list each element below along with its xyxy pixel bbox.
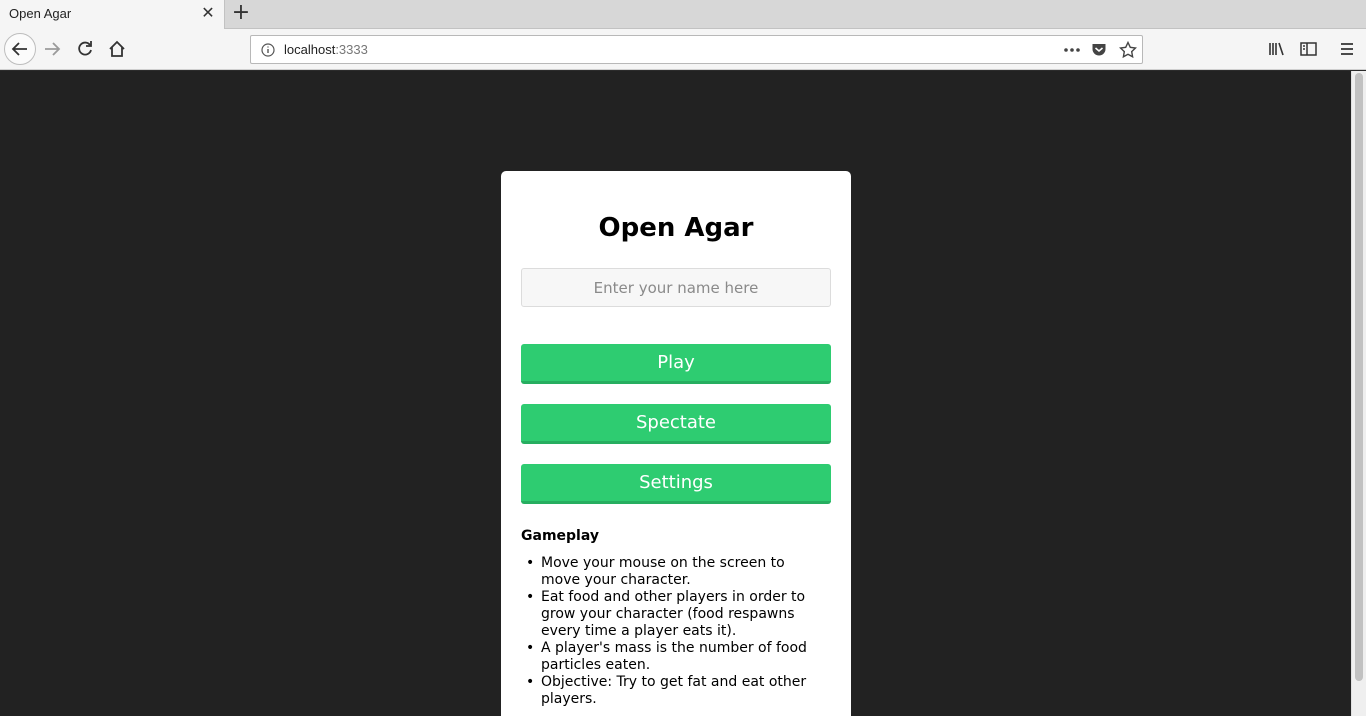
tab-open-agar[interactable]: Open Agar ✕ [0, 0, 225, 29]
instruction-item: Move your mouse on the screen to move yo… [521, 555, 821, 589]
tab-strip: Open Agar ✕ + [0, 0, 1366, 29]
url-port: :3333 [335, 42, 368, 57]
page-scrollbar[interactable] [1351, 71, 1366, 716]
reload-button[interactable] [70, 34, 100, 64]
pocket-icon[interactable] [1091, 42, 1107, 58]
spectate-button[interactable]: Spectate [521, 404, 831, 444]
url-text: localhost:3333 [284, 42, 368, 57]
reload-icon [78, 41, 92, 56]
scrollbar-thumb[interactable] [1355, 73, 1363, 681]
page-viewport: Open Agar Play Spectate Settings Gamepla… [0, 71, 1351, 716]
sidebar-button[interactable] [1293, 34, 1323, 64]
info-icon[interactable] [261, 43, 275, 57]
home-icon [109, 40, 125, 57]
instruction-item: Objective: Try to get fat and eat other … [521, 674, 821, 708]
bookmark-star-icon[interactable] [1119, 41, 1137, 59]
library-button[interactable] [1262, 34, 1292, 64]
home-button[interactable] [102, 34, 132, 64]
gameplay-heading: Gameplay [521, 528, 599, 544]
instruction-item: Eat food and other players in order to g… [521, 589, 821, 640]
game-title: Open Agar [598, 213, 754, 243]
url-host: localhost [284, 42, 336, 57]
library-icon [1269, 42, 1284, 56]
menu-button[interactable] [1332, 34, 1362, 64]
back-arrow-icon [11, 42, 27, 56]
menu-icon [1341, 43, 1353, 55]
gameplay-instructions: Move your mouse on the screen to move yo… [521, 555, 821, 708]
navigation-toolbar: localhost:3333 [0, 29, 1366, 70]
close-tab-icon[interactable]: ✕ [198, 3, 218, 23]
forward-button[interactable] [38, 34, 68, 64]
instruction-item: A player's mass is the number of food pa… [521, 640, 821, 674]
address-bar[interactable]: localhost:3333 [250, 35, 1143, 64]
sidebar-icon [1300, 42, 1317, 56]
play-button[interactable]: Play [521, 344, 831, 384]
settings-button[interactable]: Settings [521, 464, 831, 504]
more-actions-icon[interactable] [1063, 43, 1081, 57]
tab-title: Open Agar [9, 6, 72, 21]
start-menu-panel: Open Agar Play Spectate Settings Gamepla… [501, 171, 851, 716]
back-button[interactable] [4, 33, 36, 65]
new-tab-icon[interactable]: + [229, 1, 253, 25]
forward-arrow-icon [45, 42, 61, 56]
player-name-input[interactable] [521, 268, 831, 307]
